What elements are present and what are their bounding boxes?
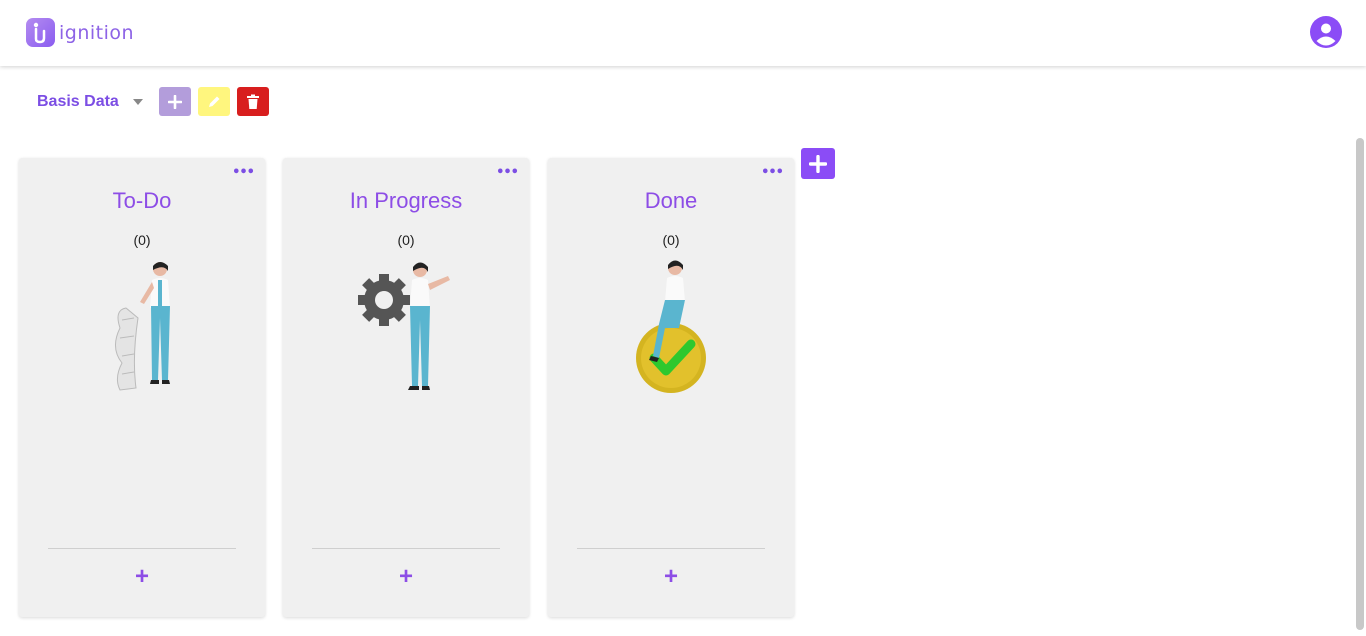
app-logo[interactable]: ignition [26,18,134,47]
column-todo: ••• To-Do (0) + [19,158,265,617]
top-navbar: ignition [0,0,1366,66]
column-divider [577,548,765,549]
logo-text: ignition [59,21,135,44]
column-count: (0) [397,232,415,248]
column-title: To-Do [112,188,172,213]
board-select-chevron-down-icon[interactable] [132,98,143,105]
column-count: (0) [662,232,680,248]
add-column-button[interactable] [801,148,835,179]
edit-board-button[interactable] [197,87,230,116]
add-card-button[interactable]: + [283,563,529,591]
trash-icon [246,94,259,109]
add-board-button[interactable] [158,87,191,116]
column-count: (0) [133,232,151,248]
column-menu-more-icon[interactable]: ••• [761,165,784,180]
plus-icon [167,94,182,109]
add-card-button[interactable]: + [548,563,794,591]
column-in-progress: ••• In Progress (0) + [283,158,529,617]
pencil-icon [208,96,220,107]
column-divider [48,548,236,549]
column-divider [312,548,500,549]
board-toolbar: Basis Data [37,87,269,116]
column-done: ••• Done (0) + [548,158,794,617]
plus-icon [809,154,827,173]
user-avatar-icon[interactable] [1310,16,1342,48]
woman-with-gear-illustration-icon [356,258,456,398]
column-title: Done [644,188,698,213]
logo-mark-icon [26,18,55,47]
vertical-scrollbar[interactable] [1356,138,1364,630]
add-card-button[interactable]: + [19,563,265,591]
column-menu-more-icon[interactable]: ••• [232,165,255,180]
woman-on-checkmark-illustration-icon [621,258,721,398]
delete-board-button[interactable] [236,87,269,116]
woman-with-checklist-illustration-icon [92,258,192,398]
column-menu-more-icon[interactable]: ••• [496,165,519,180]
board-name[interactable]: Basis Data [37,93,119,111]
column-title: In Progress [349,188,463,213]
